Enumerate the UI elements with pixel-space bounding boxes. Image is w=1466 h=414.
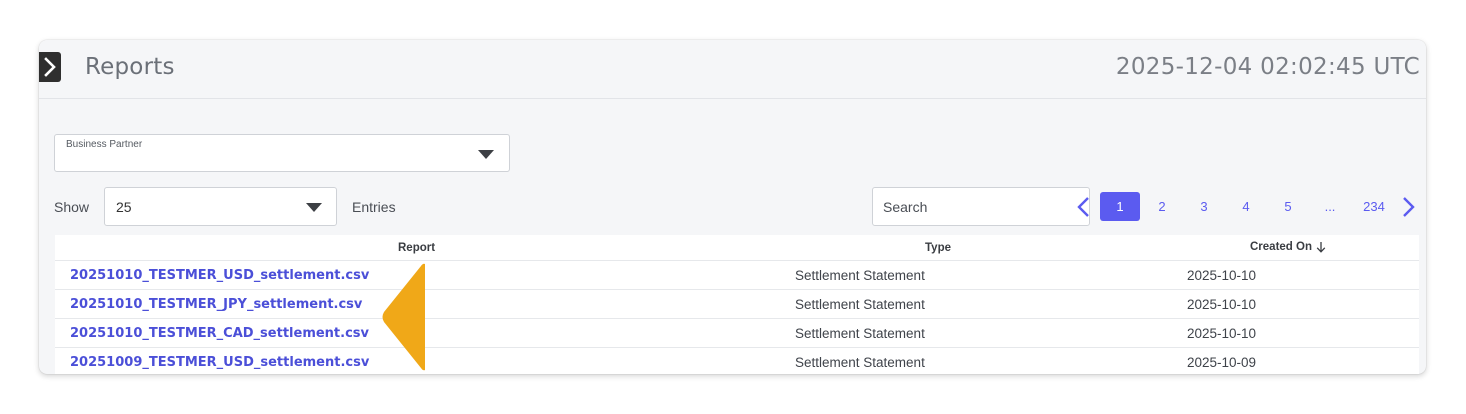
report-link[interactable]: 20251010_TESTMER_CAD_settlement.csv xyxy=(70,326,369,341)
page-last-button[interactable]: 234 xyxy=(1356,192,1392,221)
page-title: Reports xyxy=(85,54,175,80)
sidebar-toggle-button[interactable] xyxy=(39,52,61,82)
caret-down-icon xyxy=(478,150,494,159)
annotation-pointer-arrow xyxy=(382,263,425,371)
report-link[interactable]: 20251009_TESTMER_USD_settlement.csv xyxy=(70,355,369,370)
column-header-created-on[interactable]: Created On xyxy=(1179,235,1419,261)
column-header-created-on-label: Created On xyxy=(1250,241,1312,254)
timestamp: 2025-12-04 02:02:45 UTC xyxy=(1115,54,1420,80)
entries-label: Entries xyxy=(352,199,396,215)
entries-per-page-select[interactable]: 25 xyxy=(104,187,337,226)
column-header-report[interactable]: Report xyxy=(55,235,779,261)
report-type: Settlement Statement xyxy=(779,260,1179,290)
report-created-on: 2025-10-10 xyxy=(1179,260,1419,290)
report-link[interactable]: 20251010_TESTMER_USD_settlement.csv xyxy=(70,268,369,283)
page-header: Reports 2025-12-04 02:02:45 UTC xyxy=(39,40,1426,99)
table-row: 20251010_TESTMER_USD_settlement.csv Sett… xyxy=(55,260,1419,290)
page-1-button[interactable]: 1 xyxy=(1100,192,1140,221)
report-created-on: 2025-10-10 xyxy=(1179,318,1419,348)
chevron-right-icon xyxy=(44,57,56,77)
page-4-button[interactable]: 4 xyxy=(1236,192,1256,221)
table-row: 20251010_TESTMER_JPY_settlement.csv Sett… xyxy=(55,289,1419,319)
table-row: 20251010_TESTMER_CAD_settlement.csv Sett… xyxy=(55,318,1419,348)
business-partner-select[interactable]: Business Partner xyxy=(54,134,510,172)
sort-down-arrow-icon xyxy=(1316,242,1326,254)
reports-card: Reports 2025-12-04 02:02:45 UTC Business… xyxy=(39,40,1426,374)
report-link[interactable]: 20251010_TESTMER_JPY_settlement.csv xyxy=(70,297,362,312)
show-label: Show xyxy=(54,199,90,215)
page-5-button[interactable]: 5 xyxy=(1278,192,1298,221)
reports-table: Report Type Created On 20251010_TESTMER_… xyxy=(55,235,1419,374)
column-header-type[interactable]: Type xyxy=(779,235,1179,261)
report-type: Settlement Statement xyxy=(779,289,1179,319)
chevron-left-icon[interactable] xyxy=(1074,196,1094,218)
pagination-ellipsis: ... xyxy=(1324,199,1336,214)
report-type: Settlement Statement xyxy=(779,347,1179,374)
report-created-on: 2025-10-10 xyxy=(1179,289,1419,319)
table-header-row: Report Type Created On xyxy=(55,235,1419,261)
business-partner-label: Business Partner xyxy=(66,139,143,150)
page-3-button[interactable]: 3 xyxy=(1194,192,1214,221)
report-created-on: 2025-10-09 xyxy=(1179,347,1419,374)
caret-down-icon xyxy=(306,203,322,212)
reports-table-container: Report Type Created On 20251010_TESTMER_… xyxy=(55,235,1419,374)
page-2-button[interactable]: 2 xyxy=(1152,192,1172,221)
chevron-right-icon[interactable] xyxy=(1398,196,1418,218)
report-type: Settlement Statement xyxy=(779,318,1179,348)
table-row: 20251009_TESTMER_USD_settlement.csv Sett… xyxy=(55,347,1419,374)
entries-per-page-value: 25 xyxy=(116,199,132,215)
search-input[interactable] xyxy=(872,187,1090,226)
